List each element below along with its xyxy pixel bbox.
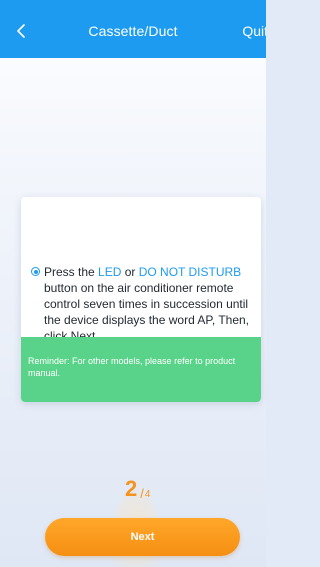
radio-selected-icon <box>31 267 40 276</box>
reminder-banner: Reminder: For other models, please refer… <box>21 337 261 402</box>
step-indicator: 2 / 4 <box>125 476 151 501</box>
step-current: 2 <box>125 476 138 501</box>
app-header: Cassette/Duct Quit <box>0 0 266 58</box>
screen: Cassette/Duct Quit Press the LED or DO N… <box>0 0 266 567</box>
page-title: Cassette/Duct <box>88 23 178 39</box>
next-button[interactable]: Next <box>45 518 240 556</box>
step-total: 4 <box>144 489 151 500</box>
instruction-item: Press the LED or DO NOT DISTURB button o… <box>31 264 255 344</box>
instruction-text: Press the LED or DO NOT DISTURB button o… <box>44 264 255 344</box>
instruction-text-part: button on the air conditioner remote con… <box>44 281 250 343</box>
instruction-card: Press the LED or DO NOT DISTURB button o… <box>21 197 261 402</box>
do-not-disturb-button-name: DO NOT DISTURB <box>138 265 242 279</box>
instruction-text-part: or <box>121 265 139 279</box>
led-button-name: LED <box>98 265 122 279</box>
step-separator: / <box>140 486 144 501</box>
quit-button[interactable]: Quit <box>242 23 266 39</box>
instruction-text-part: Press the <box>44 265 99 279</box>
